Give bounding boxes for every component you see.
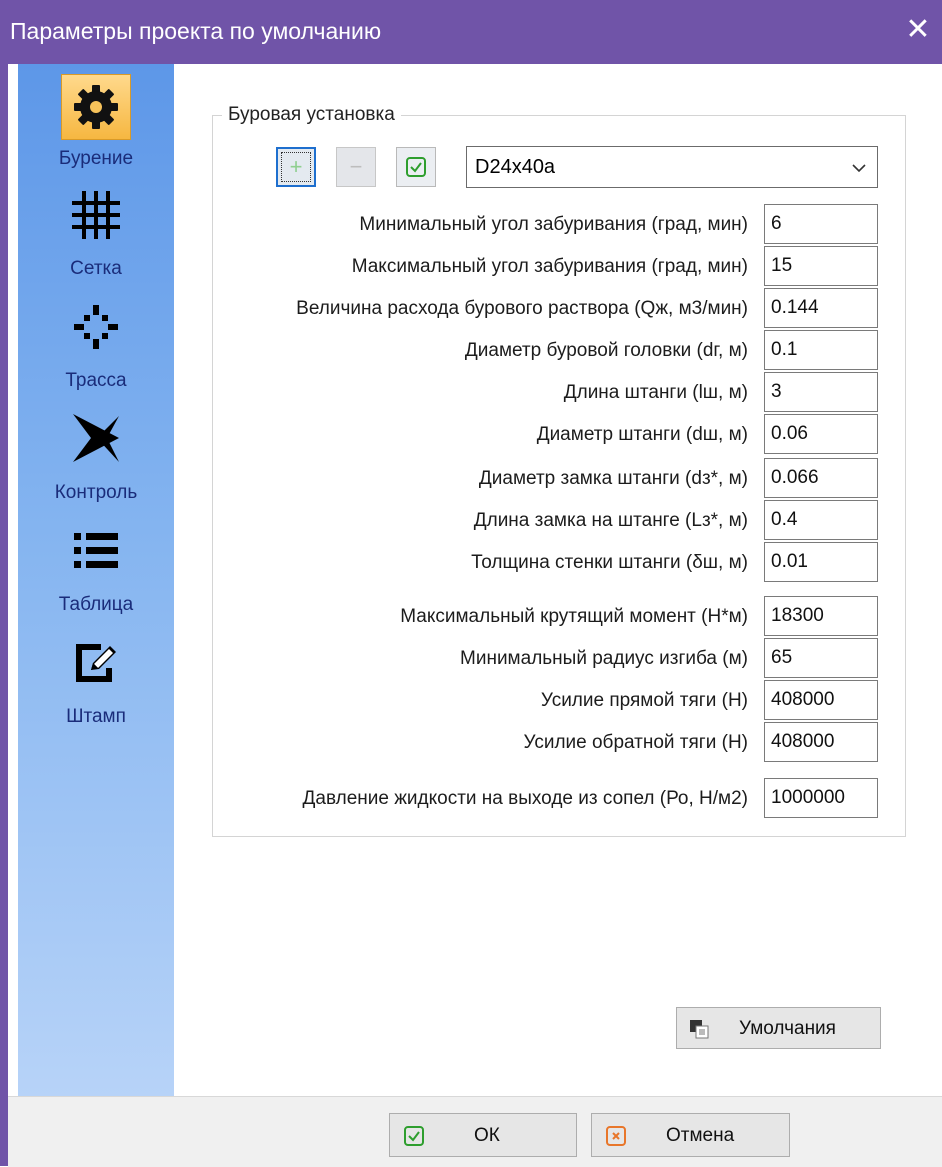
close-button[interactable]: ✕ (902, 14, 934, 46)
max-torque-label: Максимальный крутящий момент (Н*м) (400, 606, 748, 627)
max-entry-angle-label: Максимальный угол забуривания (град, мин… (351, 256, 748, 277)
ok-button-label: ОК (474, 1125, 500, 1146)
list-icon (61, 518, 131, 584)
max-entry-angle-field[interactable] (764, 246, 878, 286)
push-force-label: Усилие прямой тяги (Н) (540, 690, 748, 711)
rod-lock-diameter-label: Диаметр замка штанги (dз*, м) (478, 468, 748, 489)
defaults-button[interactable]: Умолчания (676, 1007, 881, 1049)
sidebar-item-drilling[interactable]: Бурение (18, 64, 174, 172)
drill-control-icon (61, 406, 131, 472)
min-entry-angle-label: Минимальный угол забуривания (град, мин) (359, 214, 748, 235)
project-defaults-dialog: Параметры проекта по умолчанию ✕ Бурение… (0, 0, 942, 1167)
edit-document-icon (61, 630, 131, 696)
sidebar-item-label: Трасса (65, 370, 127, 391)
cancel-button-label: Отмена (666, 1125, 735, 1146)
window-title: Параметры проекта по умолчанию (10, 18, 382, 44)
minus-icon: − (349, 154, 363, 179)
rod-lock-diameter-field[interactable] (764, 458, 878, 498)
crosshair-icon (61, 294, 131, 360)
sidebar-item-label: Сетка (70, 258, 122, 279)
rod-length-field[interactable] (764, 372, 878, 412)
rod-wall-thickness-label: Толщина стенки штанги (δш, м) (471, 552, 748, 573)
pull-force-field[interactable] (764, 722, 878, 762)
rod-diameter-field[interactable] (764, 414, 878, 454)
rod-lock-length-field[interactable] (764, 500, 878, 540)
add-rig-button[interactable]: + (276, 147, 316, 187)
min-entry-angle-field[interactable] (764, 204, 878, 244)
gear-icon (61, 74, 131, 140)
sidebar-item-grid[interactable]: Сетка (18, 178, 174, 286)
sidebar-item-stamp[interactable]: Штамп (18, 626, 174, 734)
rod-lock-length-label: Длина замка на штанге (Lз*, м) (473, 510, 748, 531)
sidebar-item-label: Штамп (66, 706, 126, 727)
rig-select[interactable]: D24x40a (466, 146, 878, 188)
grid-icon (61, 182, 131, 248)
restore-defaults-icon (690, 1020, 709, 1039)
sidebar-item-route[interactable]: Трасса (18, 290, 174, 398)
drill-head-diameter-label: Диаметр буровой головки (dг, м) (464, 340, 748, 361)
sidebar-item-label: Контроль (54, 482, 138, 503)
check-icon (404, 1126, 424, 1146)
sidebar-item-control[interactable]: Контроль (18, 402, 174, 510)
rod-wall-thickness-field[interactable] (764, 542, 878, 582)
nozzle-pressure-label: Давление жидкости на выходе из сопел (Ро… (302, 788, 748, 809)
cancel-icon (606, 1126, 626, 1146)
plus-icon: + (289, 154, 303, 179)
ok-button[interactable]: ОК (389, 1113, 577, 1157)
rig-select-value: D24x40a (475, 156, 556, 178)
title-bar: Параметры проекта по умолчанию ✕ (0, 0, 942, 64)
apply-rig-button[interactable] (396, 147, 436, 187)
fluid-flow-label: Величина расхода бурового раствора (Qж, … (296, 298, 748, 319)
chevron-down-icon (852, 164, 866, 173)
sidebar: Бурение Сетка Трасса Контроль Таблица Шт… (18, 64, 174, 1096)
push-force-field[interactable] (764, 680, 878, 720)
fluid-flow-field[interactable] (764, 288, 878, 328)
remove-rig-button[interactable]: − (336, 147, 376, 187)
nozzle-pressure-field[interactable] (764, 778, 878, 818)
window-left-border (0, 64, 8, 1166)
drill-head-diameter-field[interactable] (764, 330, 878, 370)
sidebar-item-label: Бурение (58, 148, 134, 169)
group-title: Буровая установка (222, 104, 401, 126)
check-icon (406, 157, 426, 177)
defaults-button-label: Умолчания (739, 1018, 836, 1039)
cancel-button[interactable]: Отмена (591, 1113, 790, 1157)
rod-length-label: Длина штанги (lш, м) (563, 382, 748, 403)
sidebar-item-label: Таблица (58, 594, 134, 615)
min-bend-radius-field[interactable] (764, 638, 878, 678)
sidebar-item-table[interactable]: Таблица (18, 514, 174, 622)
max-torque-field[interactable] (764, 596, 878, 636)
pull-force-label: Усилие обратной тяги (Н) (523, 732, 748, 753)
min-bend-radius-label: Минимальный радиус изгиба (м) (460, 648, 748, 669)
rod-diameter-label: Диаметр штанги (dш, м) (536, 424, 748, 445)
